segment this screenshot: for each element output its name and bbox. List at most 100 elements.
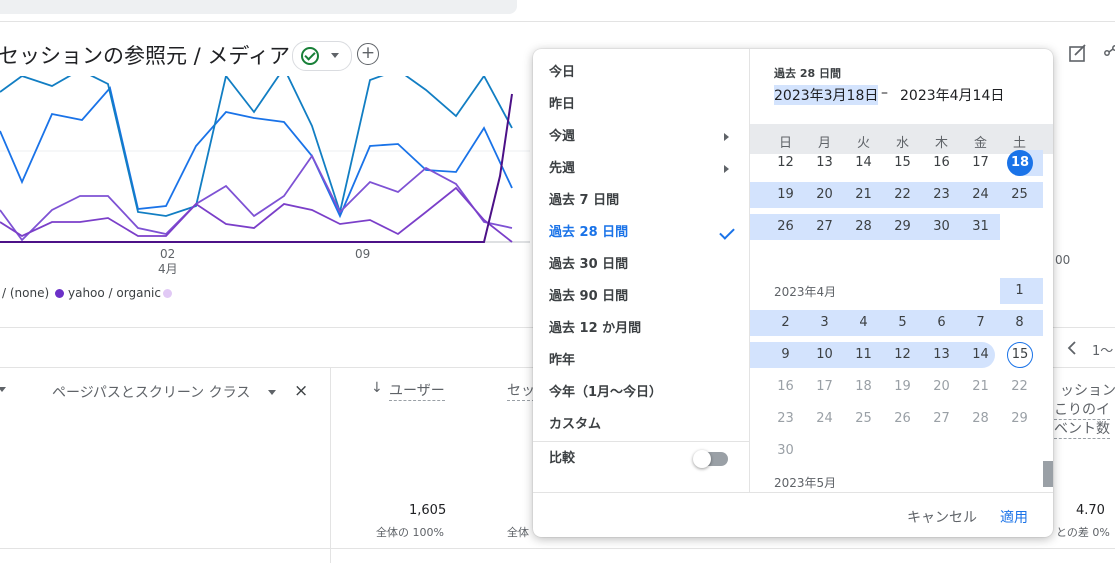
series-line-5 [0, 93, 513, 243]
preset-custom[interactable]: カスタム [533, 409, 749, 441]
calendar-day-disabled: 22 [1011, 379, 1028, 394]
calendar-day[interactable]: 21 [844, 182, 883, 208]
calendar-day-disabled: 26 [894, 411, 911, 426]
calendar-day[interactable]: 16 [922, 150, 961, 176]
range-end-day[interactable]: 14 [961, 342, 1000, 368]
calendar-day[interactable]: 13 [805, 150, 844, 176]
weekday-label: 水 [895, 136, 909, 151]
calendar-day[interactable]: 24 [961, 182, 1000, 208]
end-date-field[interactable]: 2023年4月14日 [900, 85, 1004, 105]
calendar-day-disabled: 25 [855, 411, 872, 426]
calendar-day[interactable]: 13 [922, 342, 961, 368]
preset-last-30-days[interactable]: 過去 30 日間 [533, 249, 749, 281]
calendar-day[interactable]: 30 [922, 214, 961, 240]
share-icon[interactable] [1104, 44, 1115, 62]
legend-item[interactable]: / (none) [2, 286, 49, 300]
preset-this-year[interactable]: 今年（1月〜今日） [533, 377, 749, 409]
calendar-day[interactable]: 22 [883, 182, 922, 208]
calendar-day-disabled: 29 [1011, 411, 1028, 426]
legend-dot-icon [163, 289, 172, 298]
chevron-down-icon[interactable] [268, 390, 276, 395]
preset-last-90-days[interactable]: 過去 90 日間 [533, 281, 749, 313]
preset-last-28-days[interactable]: 過去 28 日間 [533, 217, 749, 249]
calendar-day-disabled: 27 [933, 411, 950, 426]
right-total-sub: との差 0% [1056, 526, 1110, 539]
calendar-day-disabled: 19 [894, 379, 911, 394]
legend-item[interactable] [163, 286, 176, 300]
calendar-day[interactable]: 28 [844, 214, 883, 240]
calendar-day[interactable]: 26 [766, 214, 805, 240]
preset-last-12-months[interactable]: 過去 12 か月間 [533, 313, 749, 345]
preset-today[interactable]: 今日 [533, 57, 749, 89]
preset-last-7-days[interactable]: 過去 7 日間 [533, 185, 749, 217]
total-sessions-sub: 全体 [507, 526, 529, 539]
calendar-day[interactable]: 27 [805, 214, 844, 240]
calendar-day[interactable]: 10 [805, 342, 844, 368]
calendar-day[interactable]: 12 [883, 342, 922, 368]
calendar-day[interactable]: 5 [883, 310, 922, 336]
calendar-day[interactable]: 19 [766, 182, 805, 208]
total-users-value: 1,605 [409, 503, 447, 518]
today-day[interactable]: 15 [1007, 342, 1033, 368]
calendar-day[interactable]: 3 [805, 310, 844, 336]
edit-report-icon[interactable] [1069, 44, 1087, 62]
pagination-label: 1〜 [1092, 344, 1114, 359]
calendar-day[interactable]: 17 [961, 150, 1000, 176]
calendar-day[interactable]: 20 [805, 182, 844, 208]
calendar-day-disabled: 20 [933, 379, 950, 394]
dimension-header[interactable]: ページパスとスクリーン クラス [52, 382, 250, 402]
cancel-button[interactable]: キャンセル [907, 507, 977, 527]
calendar-day[interactable]: 29 [883, 214, 922, 240]
right-column-header-line[interactable]: ッション [1060, 380, 1115, 400]
calendar-day[interactable]: 12 [766, 150, 805, 176]
chevron-right-icon [724, 133, 729, 141]
range-start-day[interactable]: 18 [1007, 150, 1033, 176]
calendar-day[interactable]: 14 [844, 150, 883, 176]
x-month-label: 4月 [158, 262, 178, 276]
users-column-header[interactable]: ユーザー [389, 380, 445, 401]
chevron-left-icon[interactable] [1066, 341, 1078, 355]
calendar-day[interactable]: 1 [1000, 278, 1039, 304]
right-column-header-line[interactable]: こりのイ [1054, 399, 1110, 420]
preset-yesterday[interactable]: 昨日 [533, 89, 749, 121]
calendar-scrollbar[interactable] [1043, 461, 1053, 487]
calendar-day[interactable]: 8 [1000, 310, 1039, 336]
calendar-day-disabled: 28 [972, 411, 989, 426]
legend-item[interactable]: yahoo / organic [55, 286, 161, 300]
start-date-field[interactable]: 2023年3月18日 [774, 85, 879, 105]
range-label: 過去 28 日間 [774, 67, 841, 80]
calendar-day[interactable]: 9 [766, 342, 805, 368]
menu-divider [533, 441, 749, 442]
line-chart [0, 76, 530, 243]
month-label-april: 2023年4月 [774, 285, 837, 299]
chevron-down-icon[interactable] [0, 387, 6, 392]
preset-last-year[interactable]: 昨年 [533, 345, 749, 377]
weekday-label: 日 [778, 136, 792, 151]
calendar-day-disabled: 16 [777, 379, 794, 394]
calendar-day[interactable]: 15 [883, 150, 922, 176]
calendar-day[interactable]: 31 [961, 214, 1000, 240]
add-comparison-button[interactable]: + [357, 43, 379, 65]
calendar-day[interactable]: 11 [844, 342, 883, 368]
preset-this-week[interactable]: 今週 [533, 121, 749, 153]
top-search-bar[interactable] [0, 0, 517, 14]
calendar-day[interactable]: 25 [1000, 182, 1039, 208]
calendar-day[interactable]: 2 [766, 310, 805, 336]
calendar-panel: 過去 28 日間 2023年3月18日 – 2023年4月14日 日 月 火 水… [750, 49, 1053, 492]
calendar-day-disabled: 30 [777, 443, 794, 458]
remove-dimension-button[interactable]: × [294, 381, 308, 401]
check-circle-icon [301, 47, 319, 65]
calendar-day[interactable]: 23 [922, 182, 961, 208]
preset-last-week[interactable]: 先週 [533, 153, 749, 185]
calendar-day[interactable]: 6 [922, 310, 961, 336]
sessions-column-header[interactable]: セッ [507, 380, 535, 401]
sort-arrow-icon[interactable]: ↓ [371, 380, 383, 396]
calendar-day[interactable]: 7 [961, 310, 1000, 336]
column-divider [330, 367, 331, 563]
x-tick-label: 09 [355, 247, 371, 261]
status-chip[interactable] [292, 41, 352, 71]
calendar-day[interactable]: 4 [844, 310, 883, 336]
calendar-day-disabled: 24 [816, 411, 833, 426]
apply-button[interactable]: 適用 [1000, 507, 1028, 527]
right-column-header-line[interactable]: ベント数 [1054, 418, 1110, 439]
